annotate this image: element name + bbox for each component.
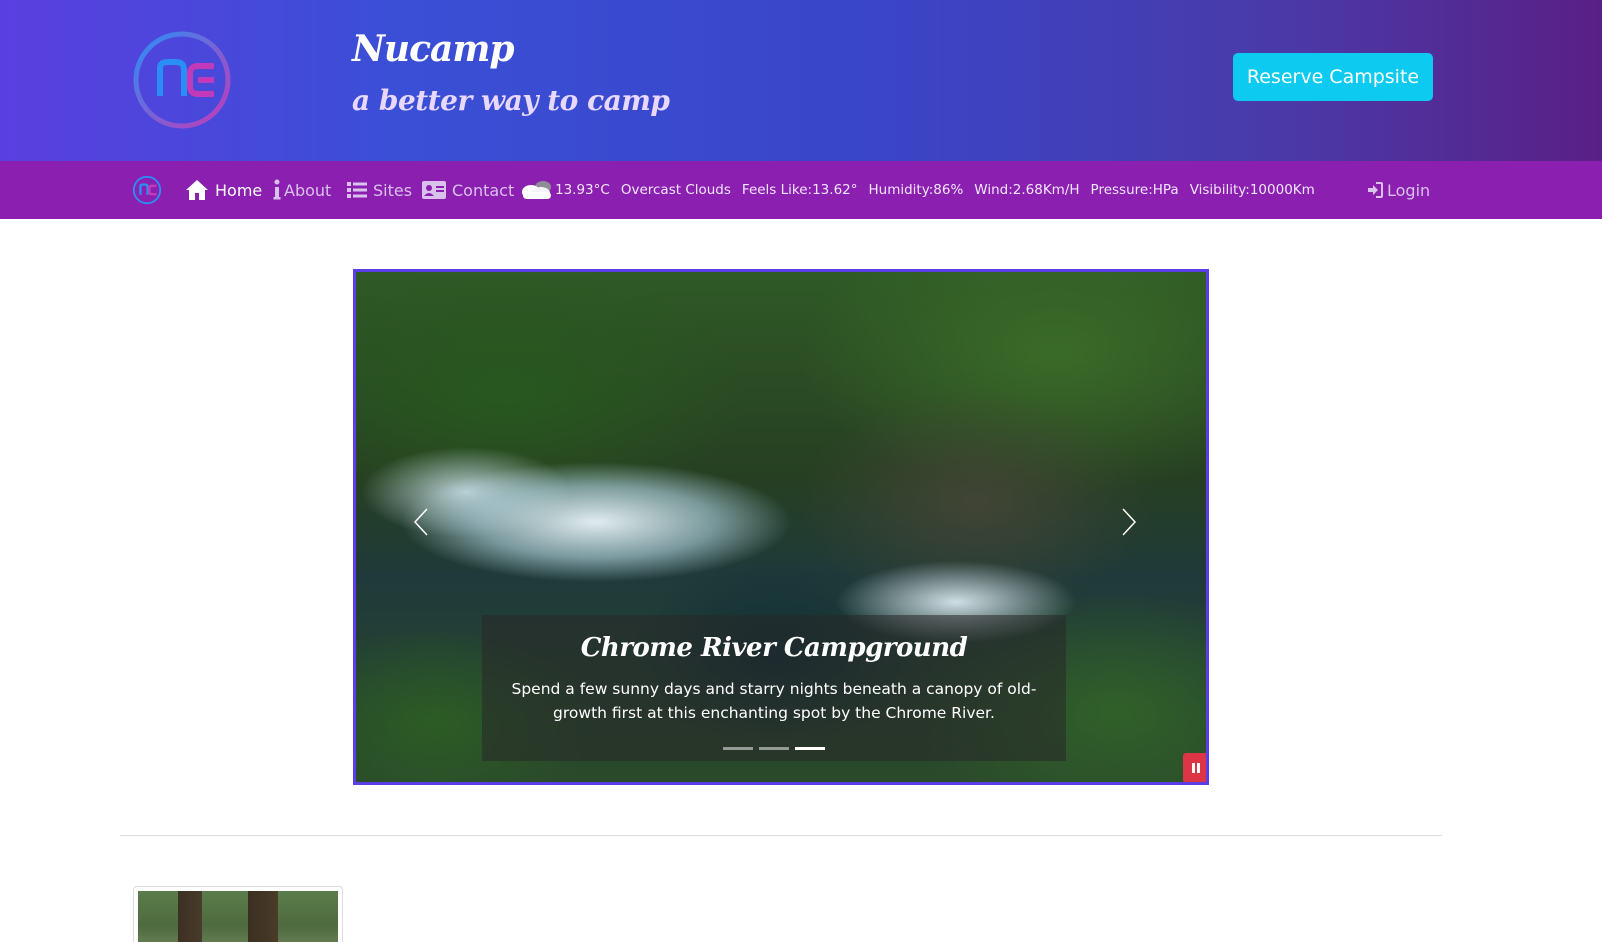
weather-widget: 13.93°C Overcast Clouds Feels Like:13.62… [519,161,1326,219]
chevron-left-icon [413,508,428,536]
carousel-next-button[interactable] [1109,492,1149,552]
sign-in-icon [1367,182,1383,198]
campsite-card-image [138,891,338,942]
weather-feels-like: Feels Like:13.62° [741,182,858,198]
weather-humidity: Humidity:86% [868,182,964,198]
nav-item-about[interactable]: About [273,161,331,219]
campsite-carousel: Chrome River Campground Spend a few sunn… [353,269,1209,785]
weather-wind: Wind:2.68Km/H [974,182,1080,198]
carousel-pause-button[interactable] [1183,753,1206,782]
login-link[interactable]: Login [1367,161,1430,219]
brand-tagline: a better way to camp [352,84,670,117]
navbar-logo[interactable] [132,175,162,205]
carousel-indicator-3[interactable] [795,747,825,750]
carousel-indicators [482,747,1066,750]
nav-label-sites: Sites [373,180,413,200]
weather-temp: 13.93°C [555,182,610,198]
list-icon [347,181,367,199]
nav-label-contact: Contact [452,180,515,200]
carousel-prev-button[interactable] [401,492,441,552]
carousel-caption: Chrome River Campground Spend a few sunn… [482,615,1066,761]
home-icon [185,179,209,201]
cloud-icon [519,177,555,203]
weather-pressure: Pressure:HPa [1090,182,1179,198]
carousel-indicator-2[interactable] [759,747,789,750]
pause-icon [1192,763,1200,773]
chevron-right-icon [1122,508,1137,536]
login-label: Login [1387,180,1431,200]
nucamp-logo[interactable] [132,30,232,130]
nav-item-sites[interactable]: Sites [347,161,412,219]
nav-label-about: About [284,180,332,200]
campsite-card[interactable] [133,886,343,942]
carousel-indicator-1[interactable] [723,747,753,750]
reserve-campsite-button[interactable]: Reserve Campsite [1233,53,1433,101]
caption-text: Spend a few sunny days and starry nights… [511,680,1037,722]
nav-item-contact[interactable]: Contact [422,161,514,219]
section-divider [120,835,1442,836]
main-navbar: Home About Sites Contact 13.93°C Overcas… [0,161,1602,219]
weather-description: Overcast Clouds [620,182,731,198]
weather-visibility: Visibility:10000Km [1189,182,1315,198]
nav-item-home[interactable]: Home [185,161,262,219]
info-icon [273,179,281,201]
address-card-icon [422,181,446,199]
nav-label-home: Home [215,180,263,200]
site-header: Nucamp a better way to camp Reserve Camp… [0,0,1602,161]
caption-title: Chrome River Campground [580,633,968,663]
brand-title: Nucamp [352,28,515,70]
